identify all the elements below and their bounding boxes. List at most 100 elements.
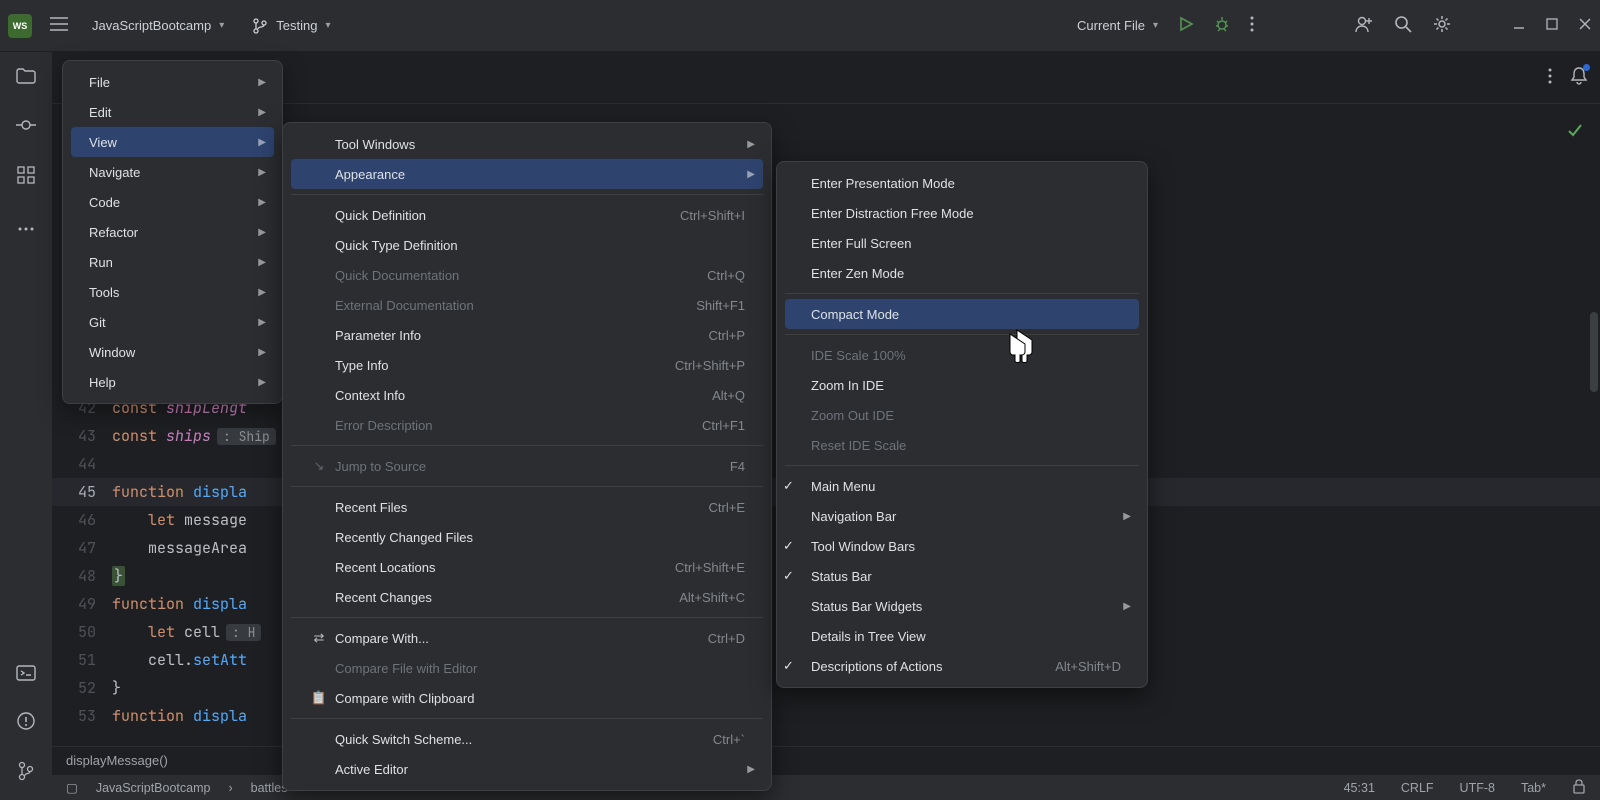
tool-window-bar-left bbox=[0, 52, 52, 800]
menu-item-run[interactable]: Run▶ bbox=[71, 247, 274, 277]
menu-item-descriptions-of-actions[interactable]: ✓Descriptions of ActionsAlt+Shift+D bbox=[785, 651, 1139, 681]
code-with-me-button[interactable] bbox=[1354, 15, 1374, 36]
menu-item-compare-with-[interactable]: ⇄Compare With...Ctrl+D bbox=[291, 623, 763, 653]
appearance-submenu: Enter Presentation ModeEnter Distraction… bbox=[776, 161, 1148, 688]
line-number: 50 bbox=[52, 622, 112, 642]
line-number: 47 bbox=[52, 538, 112, 558]
menu-item-tool-window-bars[interactable]: ✓Tool Window Bars bbox=[785, 531, 1139, 561]
menu-item-reset-ide-scale: Reset IDE Scale bbox=[785, 430, 1139, 460]
minimize-button[interactable] bbox=[1512, 17, 1526, 34]
menu-item-enter-full-screen[interactable]: Enter Full Screen bbox=[785, 228, 1139, 258]
main-menu-popup: File▶Edit▶View▶Navigate▶Code▶Refactor▶Ru… bbox=[62, 60, 283, 404]
menu-item-external-documentation: External DocumentationShift+F1 bbox=[291, 290, 763, 320]
inspection-indicator[interactable] bbox=[1566, 122, 1584, 143]
project-selector[interactable]: JavaScriptBootcamp ▾ bbox=[92, 18, 224, 33]
menu-item-zoom-out-ide: Zoom Out IDE bbox=[785, 400, 1139, 430]
indent-widget[interactable]: Tab* bbox=[1521, 781, 1546, 795]
menu-item-quick-definition[interactable]: Quick DefinitionCtrl+Shift+I bbox=[291, 200, 763, 230]
menu-item-git[interactable]: Git▶ bbox=[71, 307, 274, 337]
commit-tool-button[interactable] bbox=[16, 119, 36, 134]
menu-item-type-info[interactable]: Type InfoCtrl+Shift+P bbox=[291, 350, 763, 380]
run-config-label: Current File bbox=[1077, 18, 1145, 33]
menu-item-navigation-bar[interactable]: Navigation Bar▶ bbox=[785, 501, 1139, 531]
chevron-down-icon: ▾ bbox=[1153, 20, 1158, 31]
menu-item-recent-changes[interactable]: Recent ChangesAlt+Shift+C bbox=[291, 582, 763, 612]
menu-item-ide-scale-100-: IDE Scale 100% bbox=[785, 340, 1139, 370]
notifications-button[interactable] bbox=[1570, 66, 1588, 89]
line-number: 51 bbox=[52, 650, 112, 670]
terminal-tool-button[interactable] bbox=[16, 665, 36, 684]
more-tools-button[interactable] bbox=[18, 219, 34, 234]
menu-item-quick-documentation: Quick DocumentationCtrl+Q bbox=[291, 260, 763, 290]
menu-item-parameter-info[interactable]: Parameter InfoCtrl+P bbox=[291, 320, 763, 350]
project-icon: ▢ bbox=[66, 780, 78, 795]
git-branch-selector[interactable]: Testing ▾ bbox=[252, 18, 330, 34]
menu-item-edit[interactable]: Edit▶ bbox=[71, 97, 274, 127]
type-hint: : Ship bbox=[217, 428, 276, 445]
menu-item-tool-windows[interactable]: Tool Windows▶ bbox=[291, 129, 763, 159]
menu-item-refactor[interactable]: Refactor▶ bbox=[71, 217, 274, 247]
settings-button[interactable] bbox=[1432, 14, 1452, 37]
structure-tool-button[interactable] bbox=[17, 166, 35, 187]
breadcrumb-project[interactable]: JavaScriptBootcamp bbox=[96, 781, 211, 795]
chevron-right-icon: › bbox=[228, 781, 232, 795]
type-hint: : H bbox=[226, 624, 261, 641]
problems-tool-button[interactable] bbox=[17, 712, 35, 733]
notification-dot bbox=[1583, 64, 1590, 71]
menu-item-zoom-in-ide[interactable]: Zoom In IDE bbox=[785, 370, 1139, 400]
menu-item-compare-with-clipboard[interactable]: 📋Compare with Clipboard bbox=[291, 683, 763, 713]
line-number: 46 bbox=[52, 510, 112, 530]
menu-item-file[interactable]: File▶ bbox=[71, 67, 274, 97]
maximize-button[interactable] bbox=[1546, 18, 1558, 33]
app-logo: WS bbox=[8, 14, 32, 38]
menu-item-recent-locations[interactable]: Recent LocationsCtrl+Shift+E bbox=[291, 552, 763, 582]
editor-more-button[interactable] bbox=[1548, 68, 1552, 87]
menu-item-status-bar-widgets[interactable]: Status Bar Widgets▶ bbox=[785, 591, 1139, 621]
debug-button[interactable] bbox=[1214, 16, 1230, 35]
menu-item-code[interactable]: Code▶ bbox=[71, 187, 274, 217]
line-number: 48 bbox=[52, 566, 112, 586]
editor-tabs bbox=[52, 52, 1600, 104]
file-encoding[interactable]: UTF-8 bbox=[1460, 781, 1495, 795]
menu-item-active-editor[interactable]: Active Editor▶ bbox=[291, 754, 763, 784]
line-number: 45 bbox=[52, 482, 112, 502]
line-number: 53 bbox=[52, 706, 112, 726]
menu-item-compact-mode[interactable]: Compact Mode bbox=[785, 299, 1139, 329]
vcs-tool-button[interactable] bbox=[18, 761, 34, 784]
menu-item-help[interactable]: Help▶ bbox=[71, 367, 274, 397]
caret-position[interactable]: 45:31 bbox=[1344, 781, 1375, 795]
editor-scrollbar[interactable] bbox=[1590, 312, 1598, 392]
run-config-selector[interactable]: Current File ▾ bbox=[1077, 18, 1158, 33]
menu-item-tools[interactable]: Tools▶ bbox=[71, 277, 274, 307]
menu-item-details-in-tree-view[interactable]: Details in Tree View bbox=[785, 621, 1139, 651]
branch-icon bbox=[252, 18, 268, 34]
menu-item-context-info[interactable]: Context InfoAlt+Q bbox=[291, 380, 763, 410]
search-everywhere-button[interactable] bbox=[1394, 15, 1412, 36]
menu-item-status-bar[interactable]: ✓Status Bar bbox=[785, 561, 1139, 591]
menu-item-enter-distraction-free-mode[interactable]: Enter Distraction Free Mode bbox=[785, 198, 1139, 228]
main-menu-button[interactable] bbox=[50, 17, 68, 34]
menu-item-window[interactable]: Window▶ bbox=[71, 337, 274, 367]
line-separator[interactable]: CRLF bbox=[1401, 781, 1434, 795]
menu-item-enter-presentation-mode[interactable]: Enter Presentation Mode bbox=[785, 168, 1139, 198]
menu-item-main-menu[interactable]: ✓Main Menu bbox=[785, 471, 1139, 501]
run-button[interactable] bbox=[1178, 16, 1194, 35]
project-tool-button[interactable] bbox=[16, 68, 36, 87]
view-submenu: Tool Windows▶Appearance▶ Quick Definition… bbox=[282, 122, 772, 791]
close-button[interactable] bbox=[1578, 17, 1592, 34]
menu-item-view[interactable]: View▶ bbox=[71, 127, 274, 157]
line-number: 49 bbox=[52, 594, 112, 614]
menu-item-navigate[interactable]: Navigate▶ bbox=[71, 157, 274, 187]
menu-item-quick-switch-scheme-[interactable]: Quick Switch Scheme...Ctrl+` bbox=[291, 724, 763, 754]
more-actions-button[interactable] bbox=[1250, 16, 1254, 35]
menu-item-quick-type-definition[interactable]: Quick Type Definition bbox=[291, 230, 763, 260]
menu-item-appearance[interactable]: Appearance▶ bbox=[291, 159, 763, 189]
menu-item-recent-files[interactable]: Recent FilesCtrl+E bbox=[291, 492, 763, 522]
line-number: 52 bbox=[52, 678, 112, 698]
menu-item-enter-zen-mode[interactable]: Enter Zen Mode bbox=[785, 258, 1139, 288]
chevron-down-icon: ▾ bbox=[219, 20, 224, 31]
readonly-toggle[interactable] bbox=[1572, 778, 1586, 797]
menu-item-compare-file-with-editor: Compare File with Editor bbox=[291, 653, 763, 683]
line-number: 44 bbox=[52, 454, 112, 474]
menu-item-recently-changed-files[interactable]: Recently Changed Files bbox=[291, 522, 763, 552]
